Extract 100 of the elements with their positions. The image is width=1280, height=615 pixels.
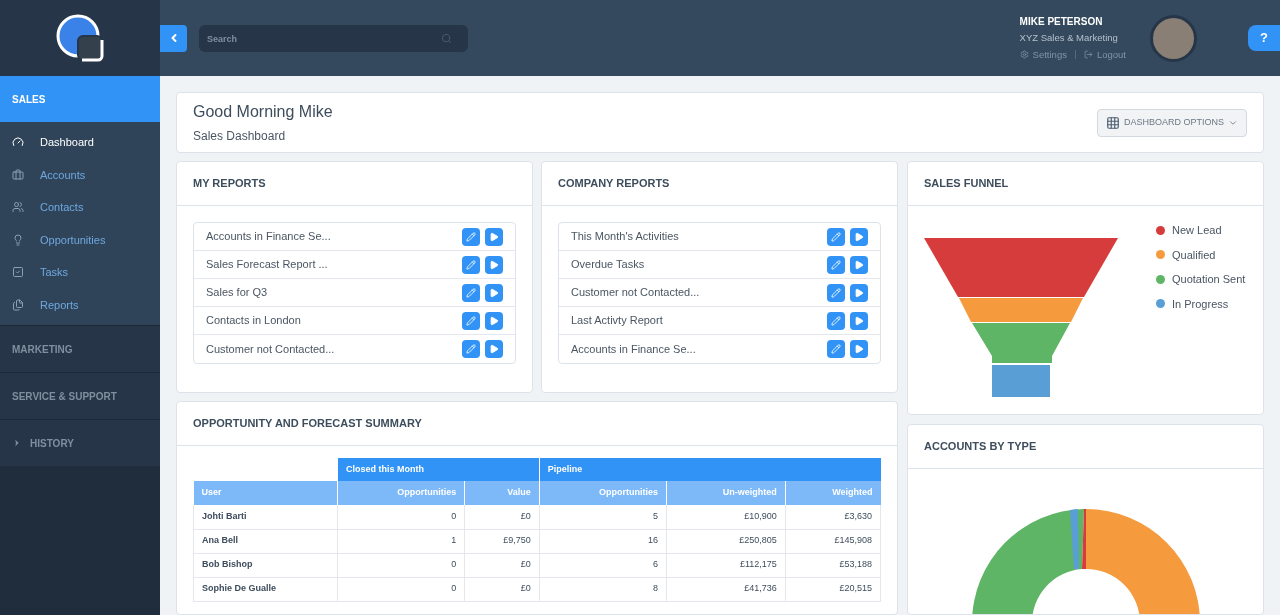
card-title: OPPORTUNITY AND FORECAST SUMMARY (193, 416, 422, 432)
column-header: Opportunities (539, 481, 667, 505)
table-cell: £53,188 (785, 553, 881, 577)
sidebar-item[interactable]: Opportunities (0, 223, 160, 256)
user-cell: Bob Bishop (193, 553, 338, 577)
play-icon (489, 344, 499, 354)
dashboard-options-button[interactable]: DASHBOARD OPTIONS (1097, 108, 1247, 137)
play-icon (489, 315, 499, 326)
table-cell: £20,515 (785, 577, 881, 601)
run-button[interactable] (485, 283, 503, 302)
edit-button[interactable] (462, 283, 480, 302)
column-group-header: Pipeline (539, 458, 881, 481)
user-cell: Johti Barti (193, 505, 338, 529)
people-icon (12, 201, 24, 214)
user-name: MIKE PETERSON (1019, 15, 1104, 30)
report-name[interactable]: Sales Forecast Report ... (206, 256, 462, 273)
play-icon (854, 344, 864, 354)
report-name[interactable]: Accounts in Finance Se... (571, 340, 827, 358)
table-cell: 0 (337, 577, 465, 601)
report-name[interactable]: Contacts in London (206, 312, 462, 329)
logout-icon (1083, 50, 1093, 60)
company-name: XYZ Sales & Marketing (1019, 31, 1119, 46)
help-button[interactable]: ? (1248, 25, 1280, 51)
report-name[interactable]: Accounts in Finance Se... (206, 228, 462, 245)
column-header: Opportunities (337, 481, 465, 505)
column-header: Weighted (785, 481, 881, 505)
run-button[interactable] (850, 311, 868, 330)
search-field[interactable]: Search (199, 25, 468, 52)
sidebar-item[interactable]: Dashboard (0, 126, 160, 159)
legend-label: Quotation Sent (1172, 272, 1246, 287)
sidebar-section[interactable]: MARKETING (0, 326, 160, 372)
run-button[interactable] (485, 255, 503, 274)
pencil-icon (831, 315, 841, 326)
table-cell: £0 (464, 577, 540, 601)
sidebar-item[interactable]: Tasks (0, 256, 160, 289)
pencil-icon (831, 344, 841, 354)
run-button[interactable] (850, 283, 868, 302)
report-name[interactable]: Sales for Q3 (206, 284, 462, 301)
grid-icon (1106, 115, 1120, 130)
table-cell: £0 (464, 553, 540, 577)
edit-button[interactable] (827, 340, 845, 358)
table-cell: 0 (337, 553, 465, 577)
report-name[interactable]: Last Activty Report (571, 312, 827, 329)
caret-icon (12, 438, 22, 448)
report-name[interactable]: Overdue Tasks (571, 256, 827, 273)
pencil-icon (831, 287, 841, 298)
edit-button[interactable] (827, 283, 845, 302)
column-header: Value (464, 481, 540, 505)
edit-button[interactable] (827, 227, 845, 246)
logo-icon (56, 14, 104, 62)
table-cell: £112,175 (666, 553, 786, 577)
report-name[interactable]: Customer not Contacted... (571, 284, 827, 301)
pencil-icon (466, 287, 476, 298)
play-icon (489, 231, 499, 242)
user-cell: Ana Bell (193, 529, 338, 553)
run-button[interactable] (850, 340, 868, 358)
sidebar-section[interactable]: SERVICE & SUPPORT (0, 373, 160, 419)
table-cell: 6 (539, 553, 667, 577)
logout-link[interactable]: Logout (1096, 47, 1126, 62)
run-button[interactable] (850, 255, 868, 274)
sidebar-section[interactable]: SALES (0, 76, 160, 122)
legend-label: New Lead (1172, 223, 1222, 238)
dashboard-subtitle: Sales Dashboard (193, 128, 287, 145)
table-cell: £10,900 (666, 505, 786, 529)
run-button[interactable] (850, 227, 868, 246)
card-title: COMPANY REPORTS (558, 176, 670, 192)
table-cell: £3,630 (785, 505, 881, 529)
edit-button[interactable] (462, 227, 480, 246)
table-cell: £145,908 (785, 529, 881, 553)
avatar[interactable] (1150, 14, 1197, 62)
sidebar-item[interactable]: Accounts (0, 158, 160, 191)
collapse-button[interactable] (160, 24, 187, 52)
legend-label: Qualified (1172, 247, 1216, 263)
briefcase-icon (12, 168, 24, 181)
run-button[interactable] (485, 227, 503, 246)
gauge-icon (12, 136, 24, 149)
play-icon (489, 259, 499, 270)
edit-button[interactable] (462, 311, 480, 330)
edit-button[interactable] (827, 311, 845, 330)
run-button[interactable] (485, 340, 503, 358)
edit-button[interactable] (462, 255, 480, 274)
search-icon (441, 32, 452, 44)
report-name[interactable]: Customer not Contacted... (206, 340, 462, 358)
edit-button[interactable] (827, 255, 845, 274)
column-header: User (193, 481, 338, 505)
sidebar-item[interactable]: Reports (0, 288, 160, 321)
sidebar-section[interactable]: HISTORY (0, 420, 160, 466)
report-name[interactable]: This Month's Activities (571, 228, 827, 245)
edit-button[interactable] (462, 340, 480, 358)
pencil-icon (466, 315, 476, 326)
settings-link[interactable]: Settings (1032, 47, 1067, 62)
card-title: ACCOUNTS BY TYPE (924, 439, 1037, 455)
sidebar-item[interactable]: Contacts (0, 191, 160, 224)
card-title: SALES FUNNEL (924, 176, 1009, 192)
play-icon (854, 287, 864, 298)
pencil-icon (466, 231, 476, 242)
column-header: Un-weighted (666, 481, 786, 505)
play-icon (854, 259, 864, 270)
run-button[interactable] (485, 311, 503, 330)
table-cell: 8 (539, 577, 667, 601)
